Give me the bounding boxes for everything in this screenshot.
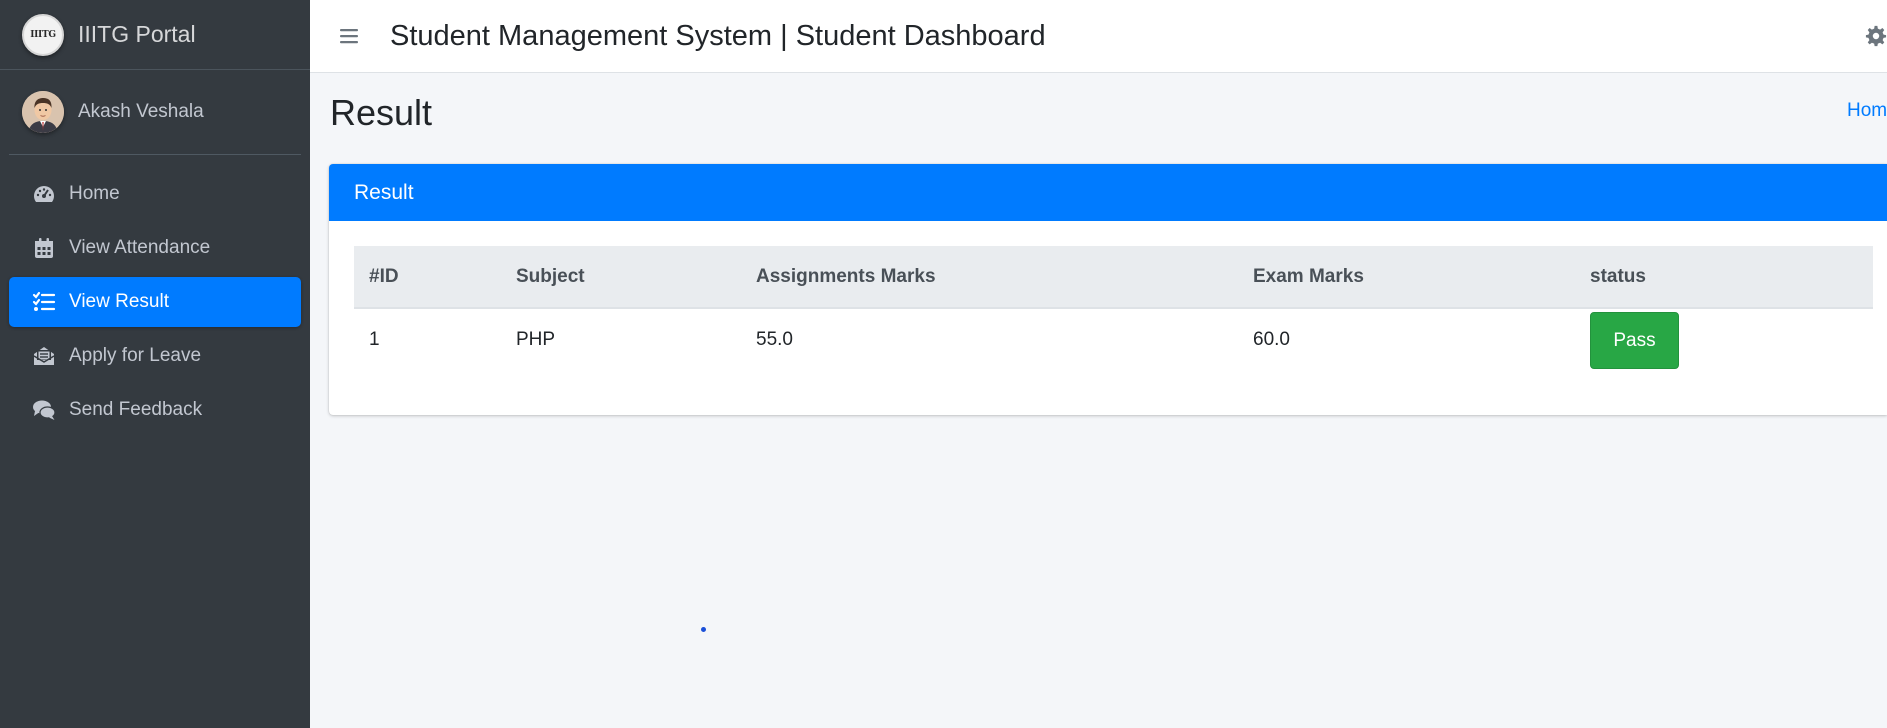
sidebar: IIITG IIITG Portal Akash Veshala Home Vi… [0, 0, 310, 728]
card-header: Result [329, 164, 1887, 221]
comments-icon [31, 397, 57, 423]
brand-title: IIITG Portal [78, 21, 196, 47]
sidebar-item-view-attendance[interactable]: View Attendance [9, 223, 301, 273]
user-name[interactable]: Akash Veshala [78, 101, 204, 123]
column-header-id: #ID [354, 246, 501, 309]
brand-logo: IIITG [22, 13, 64, 56]
hamburger-icon[interactable] [338, 25, 360, 47]
status-pass-button[interactable]: Pass [1590, 311, 1679, 369]
table-row: 1 PHP 55.0 60.0 Pass [354, 308, 1873, 371]
calendar-icon [31, 235, 57, 261]
tasks-list-icon [31, 289, 57, 315]
sidebar-nav: Home View Attendance View Result Apply f… [0, 169, 310, 435]
sidebar-item-send-feedback[interactable]: Send Feedback [9, 385, 301, 435]
result-card: Result #ID Subject Assignments Marks Exa… [329, 164, 1887, 415]
brand-logo-text: IIITG [30, 29, 56, 40]
table-header-row: #ID Subject Assignments Marks Exam Marks… [354, 246, 1873, 309]
card-title: Result [354, 180, 414, 204]
cell-subject: PHP [516, 329, 556, 350]
cursor-dot [701, 627, 706, 632]
cell-id: 1 [369, 329, 380, 350]
envelope-open-icon [31, 343, 57, 369]
sidebar-item-label: Send Feedback [69, 399, 203, 420]
gear-icon[interactable] [1865, 25, 1887, 47]
user-panel: Akash Veshala [9, 70, 301, 155]
sidebar-item-label: Home [69, 183, 120, 204]
column-header-status: status [1575, 246, 1873, 309]
sidebar-item-label: View Attendance [69, 237, 211, 258]
tachometer-icon [31, 181, 57, 207]
header-title: Student Management System | Student Dash… [390, 19, 1046, 52]
breadcrumb-home-link[interactable]: Home [1847, 100, 1887, 122]
sidebar-item-apply-for-leave[interactable]: Apply for Leave [9, 331, 301, 381]
column-header-assignments-marks: Assignments Marks [741, 246, 1238, 309]
column-header-exam-marks: Exam Marks [1238, 246, 1575, 309]
sidebar-item-home[interactable]: Home [9, 169, 301, 219]
page-title: Result [330, 92, 433, 133]
avatar[interactable] [22, 91, 64, 133]
sidebar-item-view-result[interactable]: View Result [9, 277, 301, 327]
result-table: #ID Subject Assignments Marks Exam Marks… [354, 246, 1873, 371]
sidebar-item-label: View Result [69, 291, 169, 312]
sidebar-item-label: Apply for Leave [69, 345, 202, 366]
cell-status: Pass [1575, 308, 1873, 371]
top-navbar: Student Management System | Student Dash… [310, 0, 1887, 73]
cell-exam-marks: 60.0 [1253, 329, 1290, 350]
cell-assignments-marks: 55.0 [756, 329, 793, 350]
column-header-subject: Subject [501, 246, 741, 309]
brand-link[interactable]: IIITG IIITG Portal [0, 0, 310, 70]
